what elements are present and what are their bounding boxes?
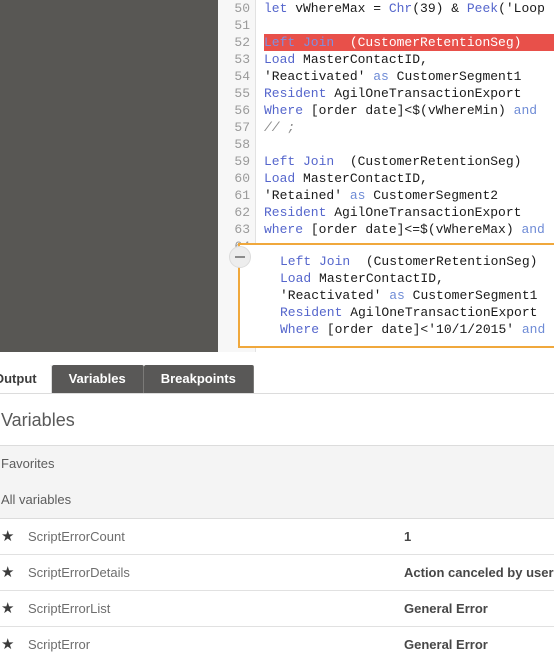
filter-all-variables[interactable]: All variables bbox=[0, 482, 554, 518]
popup-code-line: Left Join (CustomerRetentionSeg) bbox=[280, 254, 538, 269]
line-number: 58 bbox=[234, 137, 250, 152]
popup-code-line: 'Reactivated' as CustomerSegment1 bbox=[280, 288, 538, 303]
code-line-text: Load MasterContactID, bbox=[264, 171, 428, 186]
popup-code-line: Load MasterContactID, bbox=[280, 271, 444, 286]
table-row[interactable]: ★ ScriptError General Error bbox=[0, 627, 554, 661]
line-number: 62 bbox=[234, 205, 250, 220]
code-line[interactable]: 61 'Retained' as CustomerSegment2 bbox=[218, 187, 554, 204]
code-line-text: Left Join (CustomerRetentionSeg) bbox=[264, 34, 554, 51]
star-icon[interactable]: ★ bbox=[0, 601, 28, 616]
code-line[interactable]: 58 bbox=[218, 136, 554, 153]
code-line[interactable]: 53 Load MasterContactID, bbox=[218, 51, 554, 68]
variable-value: General Error bbox=[404, 637, 488, 652]
code-line-text: let vWhereMax = Chr(39) & Peek('Loop bbox=[264, 1, 545, 16]
variables-filter-group[interactable]: Favorites All variables bbox=[0, 446, 554, 519]
left-dark-panel bbox=[0, 0, 218, 352]
code-line-text: Resident AgilOneTransactionExport bbox=[264, 86, 522, 101]
code-line[interactable]: 62 Resident AgilOneTransactionExport bbox=[218, 204, 554, 221]
line-number: 63 bbox=[234, 222, 250, 237]
code-line-text: Resident AgilOneTransactionExport bbox=[264, 205, 522, 220]
code-line[interactable]: 51 bbox=[218, 17, 554, 34]
variable-name: ScriptError bbox=[28, 637, 91, 652]
code-line-text: Where [order date]<$(vWhereMin) and bbox=[264, 103, 538, 118]
variable-name: ScriptErrorDetails bbox=[28, 565, 130, 580]
table-row[interactable]: ★ ScriptErrorCount 1 bbox=[0, 519, 554, 555]
code-line[interactable]: 57 // ; bbox=[218, 119, 554, 136]
star-icon[interactable]: ★ bbox=[0, 529, 28, 544]
bottom-panel-tabbar: OutputVariablesBreakpoints bbox=[0, 353, 554, 394]
table-row[interactable]: ★ ScriptErrorDetails Action canceled by us… bbox=[0, 555, 554, 591]
code-line[interactable]: 55 Resident AgilOneTransactionExport bbox=[218, 85, 554, 102]
code-line[interactable]: 54 'Reactivated' as CustomerSegment1 bbox=[218, 68, 554, 85]
line-number: 60 bbox=[234, 171, 250, 186]
app-root: 50 let vWhereMax = Chr(39) & Peek('Loop 51… bbox=[0, 0, 554, 661]
variable-name: ScriptErrorCount bbox=[28, 529, 125, 544]
tab-list[interactable]: OutputVariablesBreakpoints bbox=[0, 365, 254, 393]
code-line-text: Left Join (CustomerRetentionSeg) bbox=[264, 154, 522, 169]
code-preview-popup: Left Join (CustomerRetentionSeg) Load Mas… bbox=[238, 243, 554, 348]
line-number: 54 bbox=[234, 69, 250, 84]
code-line[interactable]: 56 Where [order date]<$(vWhereMin) and bbox=[218, 102, 554, 119]
code-line-text: where [order date]<=$(vWhereMax) and bbox=[264, 222, 545, 237]
line-number: 52 bbox=[234, 35, 250, 50]
editor-region: 50 let vWhereMax = Chr(39) & Peek('Loop 51… bbox=[0, 0, 554, 353]
line-number: 56 bbox=[234, 103, 250, 118]
star-icon[interactable]: ★ bbox=[0, 565, 28, 580]
code-line[interactable]: 63 where [order date]<=$(vWhereMax) and bbox=[218, 221, 554, 238]
variable-value: Action canceled by user bbox=[404, 565, 554, 580]
variable-value: General Error bbox=[404, 601, 488, 616]
line-number: 59 bbox=[234, 154, 250, 169]
tab-output[interactable]: Output bbox=[0, 365, 52, 393]
code-line[interactable]: 60 Load MasterContactID, bbox=[218, 170, 554, 187]
line-number: 57 bbox=[234, 120, 250, 135]
variables-pane: Variables Favorites All variables ★ Scrip… bbox=[0, 394, 554, 661]
star-icon[interactable]: ★ bbox=[0, 637, 28, 652]
table-row[interactable]: ★ ScriptErrorList General Error bbox=[0, 591, 554, 627]
line-number: 61 bbox=[234, 188, 250, 203]
filter-favorites[interactable]: Favorites bbox=[0, 446, 554, 482]
code-line-text: 'Retained' as CustomerSegment2 bbox=[264, 188, 499, 203]
popup-code-lines: Left Join (CustomerRetentionSeg) Load Mas… bbox=[240, 245, 554, 338]
code-line-text: 'Reactivated' as CustomerSegment1 bbox=[264, 69, 522, 84]
code-line-text: Load MasterContactID, bbox=[264, 52, 428, 67]
variable-value: 1 bbox=[404, 529, 412, 544]
code-line-text: // ; bbox=[264, 120, 296, 135]
line-number: 55 bbox=[234, 86, 250, 101]
code-line[interactable]: 52 Left Join (CustomerRetentionSeg) bbox=[218, 34, 554, 51]
tab-variables[interactable]: Variables bbox=[51, 365, 144, 393]
line-number: 51 bbox=[234, 18, 250, 33]
line-number: 50 bbox=[234, 1, 250, 16]
variable-name: ScriptErrorList bbox=[28, 601, 111, 616]
tab-breakpoints[interactable]: Breakpoints bbox=[143, 365, 254, 393]
variables-pane-title: Variables bbox=[0, 394, 554, 446]
popup-code-line: Resident AgilOneTransactionExport bbox=[280, 305, 538, 320]
code-line[interactable]: 50 let vWhereMax = Chr(39) & Peek('Loop bbox=[218, 0, 554, 17]
line-number: 53 bbox=[234, 52, 250, 67]
variables-table: ★ ScriptErrorCount 1 ★ ScriptErrorDetails Act… bbox=[0, 519, 554, 661]
minus-circle-icon[interactable] bbox=[229, 246, 251, 268]
code-line[interactable]: 59 Left Join (CustomerRetentionSeg) bbox=[218, 153, 554, 170]
popup-code-line: Where [order date]<'10/1/2015' and bbox=[280, 322, 546, 337]
